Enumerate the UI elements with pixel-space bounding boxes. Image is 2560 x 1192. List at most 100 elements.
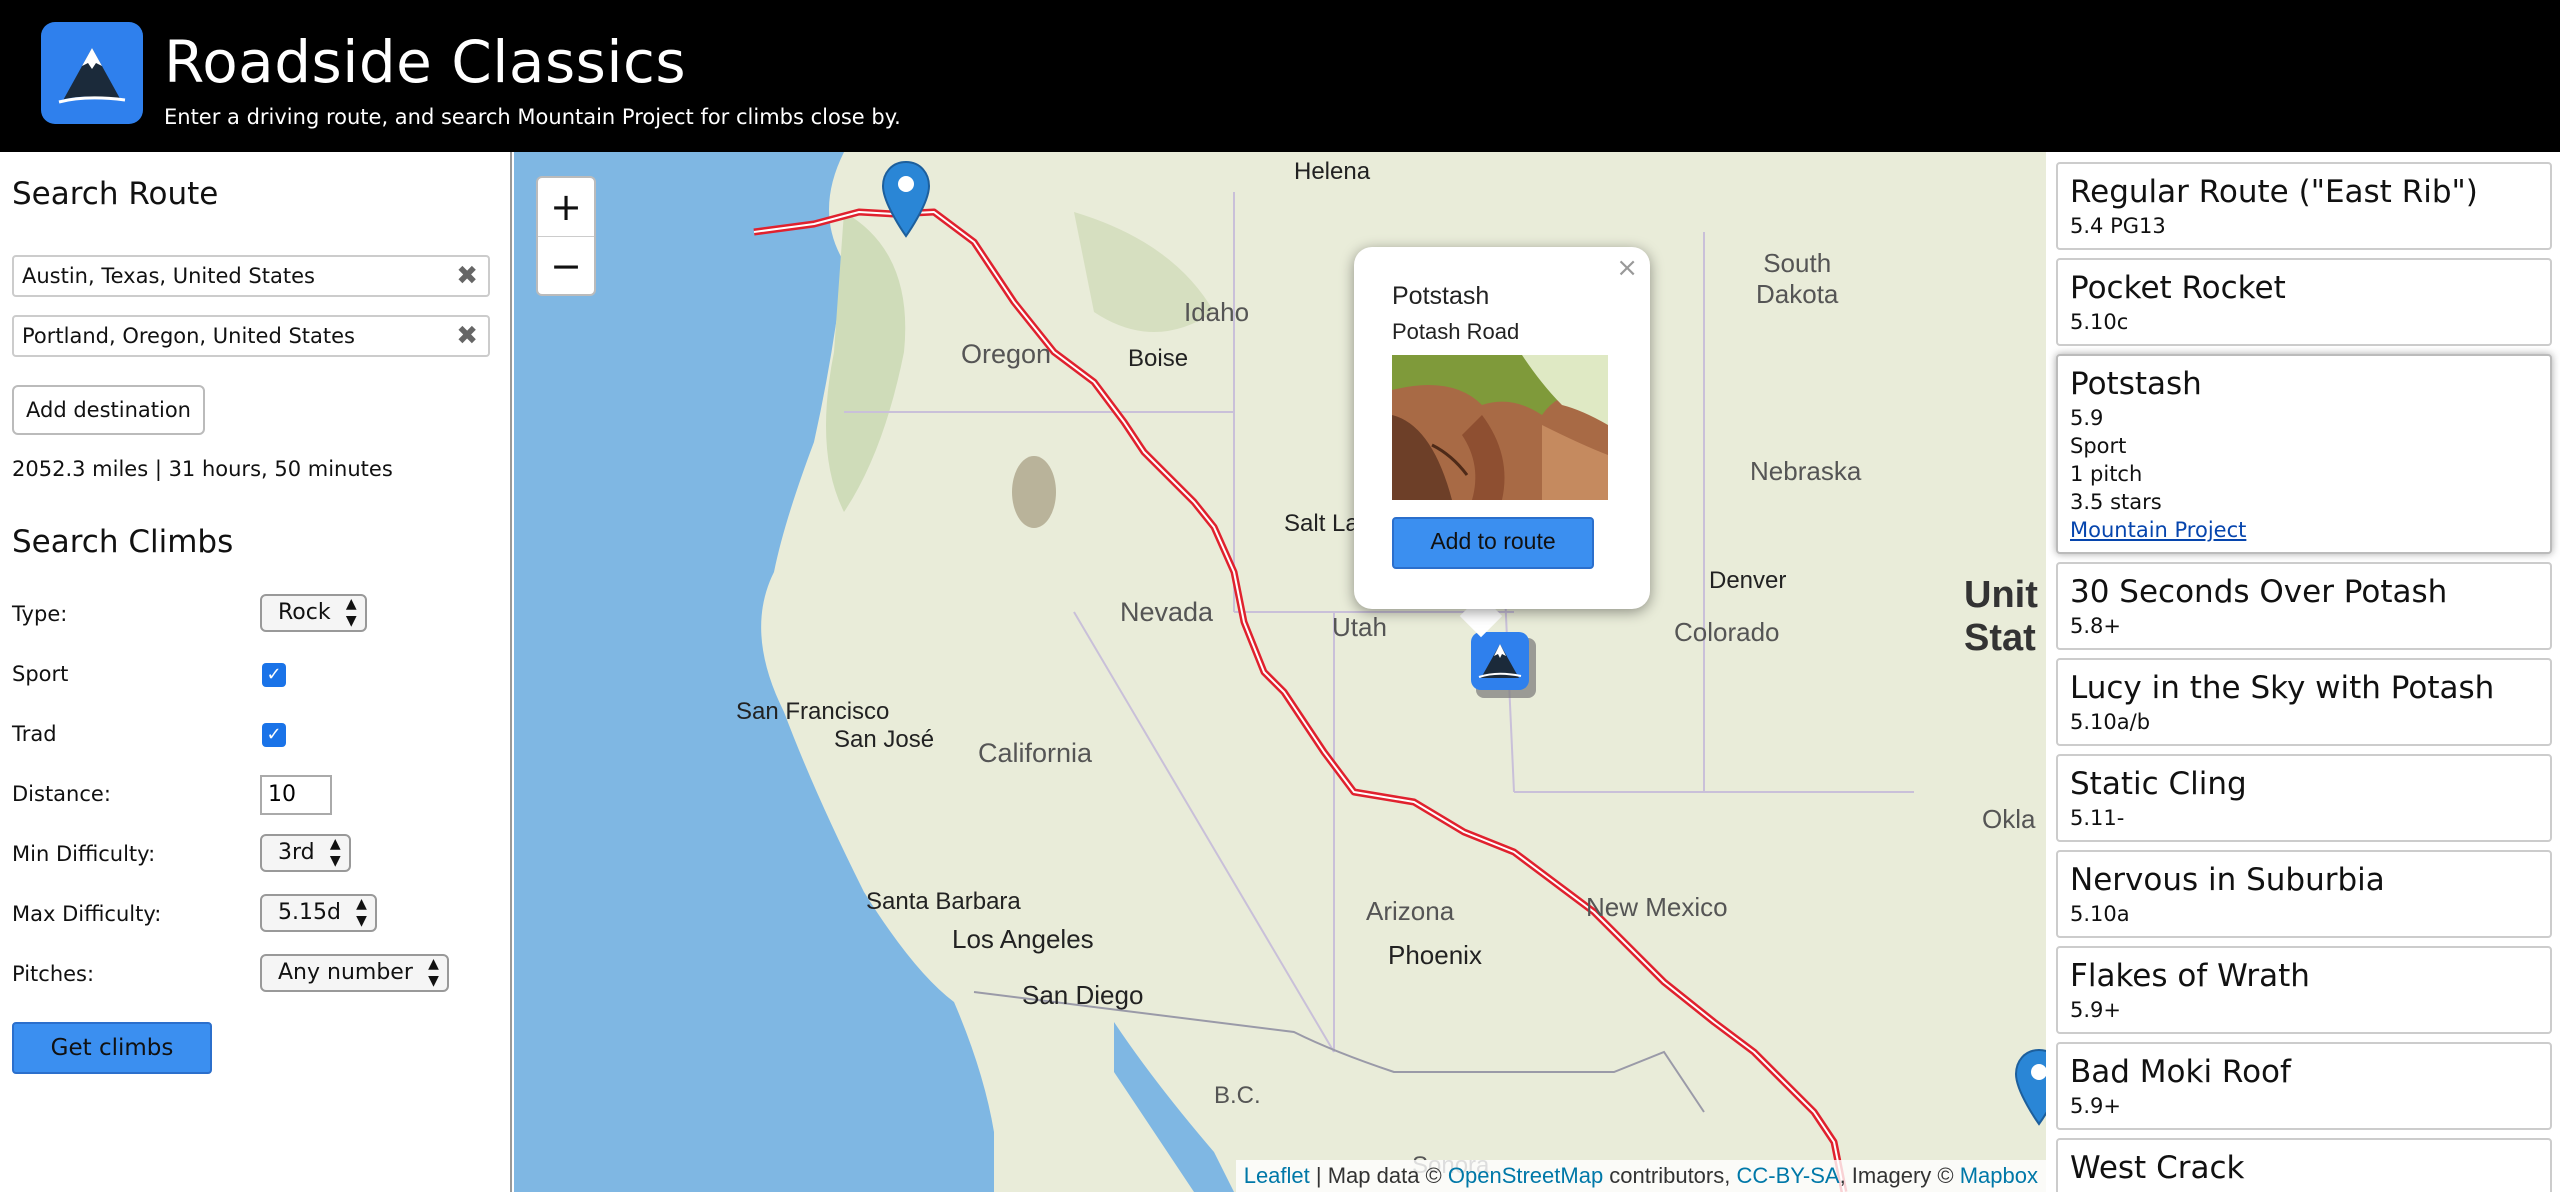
map-label-colorado: Colorado	[1674, 617, 1780, 647]
map-label-nebraska: Nebraska	[1750, 456, 1862, 486]
pitches-label: Pitches:	[12, 962, 95, 986]
map-label-united-states: Unit Stat	[1964, 574, 2038, 659]
map-label-oregon: Oregon	[961, 339, 1052, 369]
select-arrows-icon: ▲ ▼	[329, 836, 341, 869]
climb-stars: 3.5 stars	[2070, 490, 2162, 514]
destination-input-value: Portland, Oregon, United States	[22, 324, 355, 348]
map-label-arizona: Arizona	[1366, 896, 1455, 926]
origin-input-value: Austin, Texas, United States	[22, 264, 315, 288]
climb-grade: 5.9+	[2070, 1094, 2121, 1118]
climb-name: Static Cling	[2070, 766, 2247, 802]
climb-card[interactable]: 30 Seconds Over Potash 5.8+	[2056, 562, 2552, 650]
add-destination-button[interactable]: Add destination	[12, 385, 205, 435]
climb-card[interactable]: Flakes of Wrath 5.9+	[2056, 946, 2552, 1034]
attribution-text-2: contributors,	[1603, 1163, 1737, 1188]
route-map[interactable]: Helena South Dakota Idaho Oregon Boise N…	[514, 152, 2046, 1192]
zoom-out-button[interactable]: −	[538, 237, 594, 295]
mapbox-link[interactable]: Mapbox	[1960, 1163, 2038, 1188]
sport-checkbox[interactable]: ✓	[262, 663, 286, 687]
max-difficulty-label: Max Difficulty:	[12, 902, 162, 926]
climb-name: Flakes of Wrath	[2070, 958, 2310, 994]
climb-grade: 5.9+	[2070, 998, 2121, 1022]
license-link[interactable]: CC-BY-SA	[1736, 1163, 1839, 1188]
type-select[interactable]: Rock ▲ ▼	[260, 594, 367, 632]
max-difficulty-value: 5.15d	[278, 900, 341, 925]
attribution-text-3: , Imagery ©	[1839, 1163, 1960, 1188]
type-select-value: Rock	[278, 600, 331, 625]
select-arrows-icon: ▲ ▼	[356, 896, 367, 929]
app-subtitle: Enter a driving route, and search Mounta…	[164, 105, 901, 129]
climb-grade: 5.11-	[2070, 806, 2125, 830]
pitches-select[interactable]: Any number ▲ ▼	[260, 954, 449, 992]
distance-input[interactable]: 10	[260, 775, 332, 815]
map-label-okla: Okla	[1982, 804, 2036, 834]
map-label-bc: B.C.	[1214, 1082, 1261, 1109]
climb-name: Regular Route ("East Rib")	[2070, 174, 2478, 210]
min-difficulty-value: 3rd	[278, 840, 315, 865]
climb-card[interactable]: Bad Moki Roof 5.9+	[2056, 1042, 2552, 1130]
map-label-salt-lake: Salt La	[1284, 510, 1359, 537]
trad-checkbox[interactable]: ✓	[262, 723, 286, 747]
app-logo-icon	[41, 22, 143, 124]
osm-link[interactable]: OpenStreetMap	[1448, 1163, 1603, 1188]
map-label-san-jose: San José	[834, 726, 935, 753]
map-label-denver: Denver	[1709, 567, 1787, 594]
type-label: Type:	[12, 602, 68, 626]
get-climbs-button[interactable]: Get climbs	[12, 1022, 212, 1074]
max-difficulty-select[interactable]: 5.15d ▲ ▼	[260, 894, 377, 932]
climb-card[interactable]: Lucy in the Sky with Potash 5.10a/b	[2056, 658, 2552, 746]
search-climbs-heading: Search Climbs	[12, 524, 234, 560]
popup-close-button[interactable]: ×	[1616, 253, 1638, 283]
origin-input[interactable]: Austin, Texas, United States ✖	[12, 255, 490, 297]
climb-popup: × Potstash Potash Road Add to route	[1354, 247, 1650, 609]
map-label-los-angeles: Los Angeles	[952, 924, 1094, 954]
climb-card[interactable]: Static Cling 5.11-	[2056, 754, 2552, 842]
map-label-new-mexico: New Mexico	[1586, 892, 1728, 922]
map-label-idaho: Idaho	[1184, 297, 1250, 327]
add-to-route-button[interactable]: Add to route	[1392, 517, 1594, 569]
climb-name: 30 Seconds Over Potash	[2070, 574, 2448, 610]
mountain-project-link[interactable]: Mountain Project	[2070, 516, 2538, 544]
climb-grade: 5.8+	[2070, 614, 2121, 638]
climb-grade: 5.10a/b	[2070, 710, 2151, 734]
climb-card[interactable]: Pocket Rocket 5.10c	[2056, 258, 2552, 346]
zoom-control: + −	[536, 176, 596, 296]
climb-name: Nervous in Suburbia	[2070, 862, 2385, 898]
climb-marker-icon[interactable]	[1469, 630, 1531, 692]
climb-card[interactable]: West Crack	[2056, 1138, 2552, 1192]
map-attribution: Leaflet | Map data © OpenStreetMap contr…	[1235, 1160, 2046, 1192]
climb-name: Bad Moki Roof	[2070, 1054, 2291, 1090]
attribution-text-1: | Map data ©	[1309, 1163, 1448, 1188]
start-marker-icon[interactable]	[881, 160, 931, 240]
sport-label: Sport	[12, 662, 69, 686]
min-difficulty-label: Min Difficulty:	[12, 842, 156, 866]
map-label-south-dakota: South Dakota	[1756, 248, 1839, 309]
map-label-san-francisco: San Francisco	[736, 698, 890, 725]
map-label-san-diego: San Diego	[1022, 980, 1144, 1010]
zoom-in-button[interactable]: +	[538, 178, 594, 237]
climb-card[interactable]: Regular Route ("East Rib") 5.4 PG13	[2056, 162, 2552, 250]
climb-grade: 5.9	[2070, 406, 2104, 430]
climb-card-selected[interactable]: Potstash 5.9 Sport 1 pitch 3.5 stars Mou…	[2056, 354, 2552, 554]
destination-input[interactable]: Portland, Oregon, United States ✖	[12, 315, 490, 357]
search-route-heading: Search Route	[12, 176, 219, 212]
climb-card[interactable]: Nervous in Suburbia 5.10a	[2056, 850, 2552, 938]
clear-destination-icon[interactable]: ✖	[456, 317, 478, 355]
min-difficulty-select[interactable]: 3rd ▲ ▼	[260, 834, 351, 872]
trad-label: Trad	[12, 722, 57, 746]
climb-name: West Crack	[2070, 1150, 2245, 1186]
climb-grade: 5.10c	[2070, 310, 2129, 334]
end-marker-icon[interactable]	[2014, 1048, 2046, 1128]
search-sidebar: Search Route Austin, Texas, United State…	[0, 152, 512, 1192]
map-label-utah: Utah	[1332, 612, 1387, 642]
app-header: Roadside Classics Enter a driving route,…	[0, 0, 2560, 152]
map-label-phoenix: Phoenix	[1388, 940, 1482, 970]
climb-grade: 5.10a	[2070, 902, 2130, 926]
map-label-boise: Boise	[1128, 345, 1189, 372]
map-label-california: California	[978, 738, 1093, 768]
leaflet-link[interactable]: Leaflet	[1244, 1163, 1310, 1188]
map-label-santa-barbara: Santa Barbara	[866, 888, 1021, 915]
pitches-select-value: Any number	[278, 960, 413, 985]
climb-name: Lucy in the Sky with Potash	[2070, 670, 2495, 706]
clear-origin-icon[interactable]: ✖	[456, 257, 478, 295]
